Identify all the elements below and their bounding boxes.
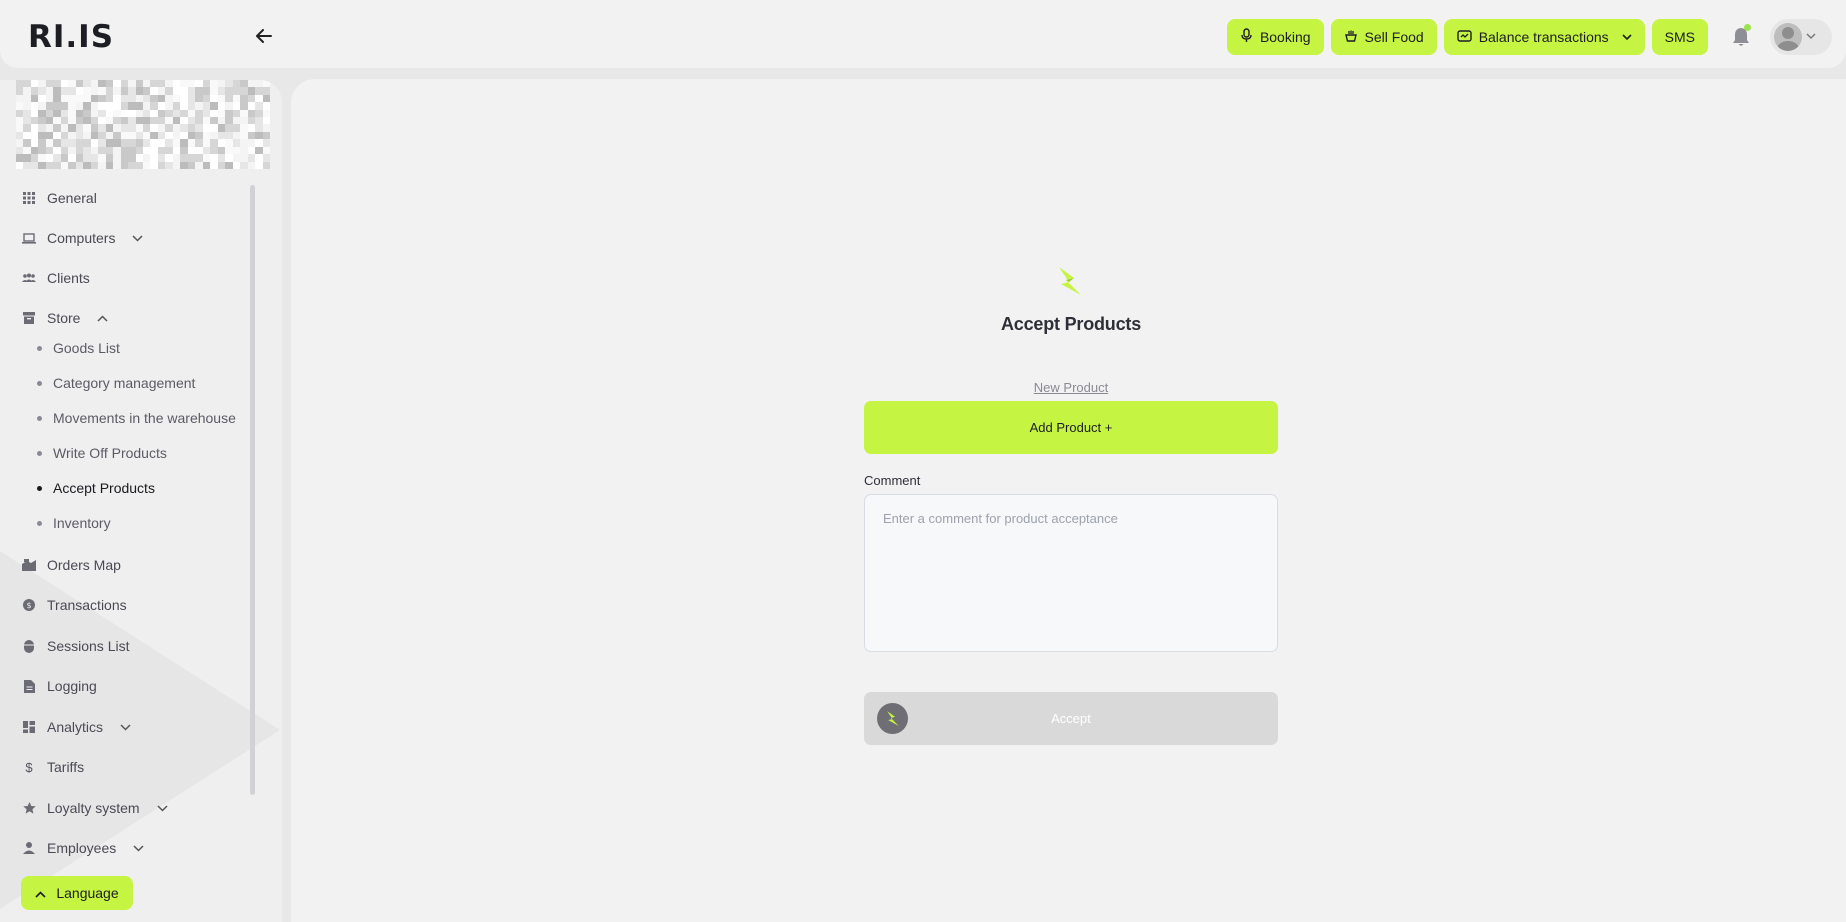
language-label: Language — [56, 885, 119, 901]
sidebar-subitem-label: Goods List — [53, 340, 120, 356]
header-actions: Booking Sell Food Balance transactions S… — [1226, 19, 1832, 55]
sidebar-subitem-accept-products[interactable]: Accept Products — [37, 477, 155, 499]
sidebar-subitem-category-management[interactable]: Category management — [37, 372, 195, 394]
users-icon — [22, 271, 36, 285]
sidebar-item-label: Analytics — [47, 719, 104, 735]
sidebar-item-general[interactable]: General — [22, 186, 97, 210]
bullet — [37, 415, 42, 421]
food-bowl-icon — [1344, 29, 1358, 46]
bullet — [37, 450, 42, 456]
svg-text:$: $ — [26, 601, 31, 610]
sidebar-item-clients[interactable]: Clients — [22, 266, 90, 290]
store-icon — [22, 311, 36, 325]
sidebar-subitem-write-off-products[interactable]: Write Off Products — [37, 442, 167, 464]
comment-label: Comment — [864, 473, 921, 488]
person-icon — [22, 841, 36, 855]
sidebar-subitem-movements[interactable]: Movements in the warehouse — [37, 407, 236, 429]
sidebar-subitem-label: Inventory — [53, 515, 111, 531]
sidebar-item-label: Tariffs — [47, 759, 85, 775]
laptop-icon — [22, 231, 36, 245]
sidebar-item-label: Computers — [47, 230, 116, 246]
sms-button[interactable]: SMS — [1651, 19, 1708, 55]
sidebar-subitem-label: Accept Products — [53, 480, 155, 496]
sidebar-subitem-goods-list[interactable]: Goods List — [37, 337, 120, 359]
grid-icon — [22, 191, 36, 205]
sidebar-item-transactions[interactable]: $ Transactions — [22, 593, 127, 617]
sidebar-item-employees[interactable]: Employees — [22, 836, 144, 860]
bullet — [37, 520, 42, 526]
sidebar-item-label: Store — [47, 310, 81, 326]
top-bar: RI.IS Booking Sell Food Balance transact… — [0, 0, 1846, 68]
notification-dot — [1744, 24, 1751, 31]
chevron-down-icon — [132, 231, 143, 245]
sidebar-item-label: Transactions — [47, 597, 127, 613]
sidebar-item-analytics[interactable]: Analytics — [22, 715, 131, 739]
balance-transactions-label: Balance transactions — [1478, 29, 1609, 45]
chevron-down-icon — [133, 841, 144, 855]
back-arrow-icon[interactable] — [252, 24, 276, 48]
sidebar-subitem-label: Write Off Products — [53, 445, 167, 461]
mouse-icon — [22, 639, 36, 653]
wallet-icon — [1456, 29, 1472, 45]
sell-food-button[interactable]: Sell Food — [1330, 19, 1437, 55]
organization-logo-placeholder — [16, 80, 270, 169]
sell-food-label: Sell Food — [1364, 29, 1424, 45]
booking-label: Booking — [1259, 29, 1311, 45]
new-product-link[interactable]: New Product — [864, 380, 1278, 395]
sidebar-item-label: Logging — [47, 678, 97, 694]
sidebar-item-label: Sessions List — [47, 638, 130, 654]
sidebar-item-sessions-list[interactable]: Sessions List — [22, 634, 129, 658]
sidebar-item-computers[interactable]: Computers — [22, 226, 143, 250]
sidebar-item-store[interactable]: Store — [22, 306, 108, 330]
microphone-icon — [1240, 28, 1253, 46]
notification-bell-icon[interactable] — [1723, 19, 1759, 55]
comment-input[interactable] — [864, 494, 1278, 652]
booking-button[interactable]: Booking — [1226, 19, 1324, 55]
sidebar-subitem-label: Movements in the warehouse — [53, 410, 236, 426]
chevron-up-icon — [97, 311, 108, 325]
document-icon — [22, 679, 36, 693]
sidebar-item-orders-map[interactable]: Orders Map — [22, 553, 121, 577]
accept-button[interactable]: Accept — [864, 692, 1278, 745]
sidebar-scrollbar[interactable] — [250, 185, 255, 795]
sidebar: General Computers Clients Store Goods Li… — [0, 80, 282, 922]
sidebar-subitem-label: Category management — [53, 375, 196, 391]
sidebar-subitem-inventory[interactable]: Inventory — [37, 512, 111, 534]
bullet — [37, 380, 42, 386]
bullet — [37, 485, 42, 491]
page-title: Accept Products — [1000, 314, 1142, 334]
chevron-down-icon — [120, 720, 131, 734]
sidebar-item-label: General — [47, 190, 97, 206]
sidebar-item-loyalty-system[interactable]: Loyalty system — [22, 796, 168, 820]
sidebar-item-label: Orders Map — [47, 557, 121, 573]
user-menu[interactable] — [1770, 19, 1832, 55]
language-button[interactable]: Language — [21, 876, 133, 910]
accept-label: Accept — [1051, 711, 1091, 726]
chevron-down-icon — [157, 801, 168, 815]
add-product-button[interactable]: Add Product + — [864, 401, 1278, 454]
map-icon — [22, 558, 36, 572]
sms-label: SMS — [1664, 29, 1695, 45]
chevron-down-icon — [1806, 31, 1816, 43]
chevron-down-icon — [1622, 30, 1632, 44]
bullet — [37, 345, 42, 351]
lightning-icon — [877, 703, 908, 734]
logo[interactable]: RI.IS — [28, 19, 114, 55]
sidebar-item-label: Loyalty system — [47, 800, 140, 816]
balance-transactions-button[interactable]: Balance transactions — [1443, 19, 1645, 55]
avatar — [1774, 23, 1802, 51]
coin-icon: $ — [22, 598, 36, 612]
dollar-icon: $ — [25, 759, 33, 775]
sidebar-item-label: Employees — [47, 840, 117, 856]
lightning-logo-icon — [1059, 267, 1081, 295]
chevron-up-icon — [35, 885, 46, 901]
sidebar-item-logging[interactable]: Logging — [22, 674, 97, 698]
star-icon — [22, 801, 36, 815]
sidebar-item-tariffs[interactable]: $ Tariffs — [22, 755, 84, 779]
dashboard-icon — [22, 720, 36, 734]
sidebar-item-label: Clients — [47, 270, 90, 286]
